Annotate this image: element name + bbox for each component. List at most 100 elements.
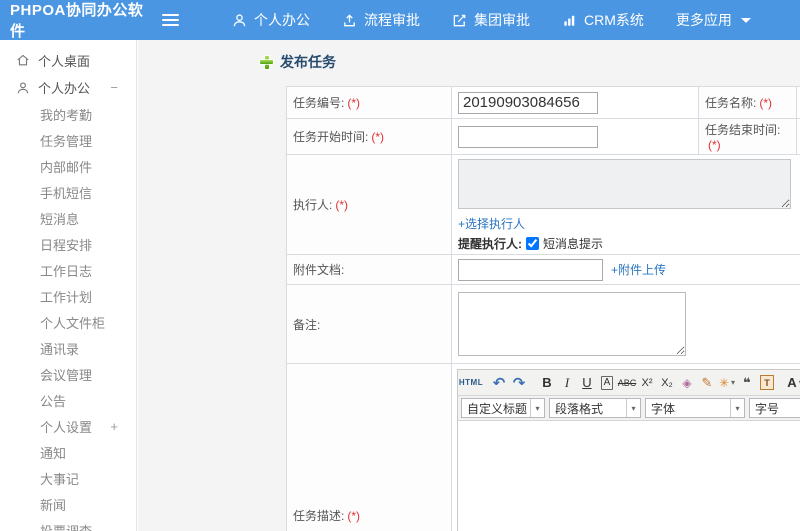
sidebar-item-personal-office[interactable]: 个人办公 − <box>0 74 136 101</box>
nav-item-label: 更多应用 <box>675 12 732 28</box>
format-brush-icon[interactable]: ✎ <box>697 372 717 393</box>
task-name-label: 任务名称: (*) <box>698 86 797 119</box>
page-header: 发布任务 <box>260 52 336 72</box>
superscript-button[interactable]: X² <box>637 372 657 393</box>
sms-remind-checkbox[interactable] <box>526 237 539 250</box>
strikethrough-button[interactable]: ABC <box>617 372 637 393</box>
bar-chart-icon <box>564 15 575 26</box>
start-time-label: 任务开始时间: (*) <box>286 118 452 155</box>
sidebar-item-task-management[interactable]: 任务管理 <box>0 127 136 153</box>
process-approval-icon <box>344 13 355 26</box>
expand-icon[interactable]: + <box>110 419 118 434</box>
table-row: 备注: <box>286 284 800 364</box>
table-row: 任务描述: (*) HTML ↶ ↷ B I U A ABC X² X₂ ◈ ✎… <box>286 363 800 531</box>
required-mark: (*) <box>347 508 361 523</box>
sidebar-item-personal-settings[interactable]: 个人设置 + <box>0 413 136 439</box>
main-menu: 个人办公 流程审批 集团审批 CRM系统 更多应用 <box>216 0 767 40</box>
paste-button[interactable]: T <box>757 372 777 393</box>
editor-content-area[interactable] <box>458 421 800 531</box>
nav-item-label: 流程审批 <box>364 12 420 28</box>
edit-square-icon <box>453 14 466 26</box>
quick-format-button[interactable]: ✳ ▾ <box>717 372 737 393</box>
nav-item-process-approval[interactable]: 流程审批 <box>326 0 436 40</box>
sidebar-item-vote[interactable]: 投票调查 <box>0 517 136 531</box>
paragraph-format-select[interactable]: 段落格式 ▾ <box>549 398 641 418</box>
underline-button[interactable]: U <box>577 372 597 393</box>
editor-toolbar-row1: HTML ↶ ↷ B I U A ABC X² X₂ ◈ ✎ ✳ ▾ ❝ T A <box>458 370 800 396</box>
italic-button[interactable]: I <box>557 372 577 393</box>
select-executor-link[interactable]: +选择执行人 <box>458 217 525 231</box>
top-navbar: PHPOA协同办公软件 个人办公 流程审批 集团审批 CRM系统 更多应用 <box>0 0 800 40</box>
font-family-select[interactable]: 字体 ▾ <box>645 398 745 418</box>
sidebar-item-work-plan[interactable]: 工作计划 <box>0 283 136 309</box>
font-size-select[interactable]: 字号 ▾ <box>749 398 800 418</box>
border-a-button[interactable]: A <box>600 375 614 390</box>
sidebar-item-short-message[interactable]: 短消息 <box>0 205 136 231</box>
sidebar-item-notice[interactable]: 通知 <box>0 439 136 465</box>
caret-down-icon: ▾ <box>626 399 640 417</box>
undo-icon[interactable]: ↶ <box>489 372 509 393</box>
collapse-icon[interactable]: − <box>110 80 118 95</box>
user-icon <box>17 81 29 93</box>
sidebar-item-schedule[interactable]: 日程安排 <box>0 231 136 257</box>
html-source-button[interactable]: HTML <box>459 372 483 393</box>
blockquote-icon[interactable]: ❝ <box>737 372 757 393</box>
sidebar-item-file-cabinet[interactable]: 个人文件柜 <box>0 309 136 335</box>
executor-textarea[interactable] <box>458 159 791 209</box>
required-mark: (*) <box>347 96 361 110</box>
attachment-label: 附件文档: <box>286 254 452 285</box>
nav-item-group-approval[interactable]: 集团审批 <box>436 0 546 40</box>
required-mark: (*) <box>759 96 773 110</box>
font-color-button[interactable]: A▾ <box>785 372 800 393</box>
attachment-upload-link[interactable]: +附件上传 <box>611 261 666 278</box>
custom-heading-select[interactable]: 自定义标题 ▾ <box>461 398 545 418</box>
sidebar-item-my-attendance[interactable]: 我的考勤 <box>0 101 136 127</box>
nav-item-label: CRM系统 <box>584 12 644 28</box>
page-title: 发布任务 <box>280 54 336 70</box>
task-number-label: 任务编号: (*) <box>286 86 452 119</box>
table-row: 任务开始时间: (*) 任务结束时间:(*) <box>286 118 800 155</box>
caret-down-icon <box>740 17 751 23</box>
paste-icon: T <box>760 375 774 390</box>
app-logo: PHPOA协同办公软件 <box>10 2 144 40</box>
caret-down-icon: ▾ <box>530 399 544 417</box>
sidebar-item-sms[interactable]: 手机短信 <box>0 179 136 205</box>
attachment-input[interactable] <box>458 258 603 281</box>
sidebar-item-label: 个人桌面 <box>38 53 91 69</box>
sidebar: 个人桌面 个人办公 − 我的考勤 任务管理 内部邮件 手机短信 短消息 日程安排… <box>0 40 137 531</box>
eraser-icon[interactable]: ◈ <box>677 372 697 393</box>
required-mark: (*) <box>371 130 385 144</box>
hamburger-menu-icon[interactable] <box>150 14 190 26</box>
table-row: 执行人: (*) +选择执行人 提醒执行人: 短消息提示 <box>286 154 800 255</box>
redo-icon[interactable]: ↷ <box>509 372 529 393</box>
sidebar-item-news[interactable]: 新闻 <box>0 491 136 517</box>
caret-down-icon: ▾ <box>730 399 744 417</box>
remark-label: 备注: <box>286 284 452 364</box>
nav-item-more-apps[interactable]: 更多应用 <box>660 0 767 40</box>
sidebar-item-contacts[interactable]: 通讯录 <box>0 335 136 361</box>
bold-button[interactable]: B <box>537 372 557 393</box>
nav-item-label: 个人办公 <box>254 12 310 28</box>
sidebar-item-meeting[interactable]: 会议管理 <box>0 361 136 387</box>
task-number-input[interactable] <box>458 91 598 114</box>
sidebar-item-label: 个人办公 <box>38 81 91 96</box>
executor-label: 执行人: (*) <box>286 154 452 255</box>
start-time-input[interactable] <box>458 125 598 148</box>
sidebar-item-events[interactable]: 大事记 <box>0 465 136 491</box>
main-content: 发布任务 任务编号:(*) 任务名称:(*) 任务开始时间:(*) 任务结束时 <box>138 40 800 531</box>
caret-down-icon: ▾ <box>731 378 736 387</box>
required-mark: (*) <box>335 198 349 212</box>
nav-item-label: 集团审批 <box>474 12 530 28</box>
sidebar-item-work-log[interactable]: 工作日志 <box>0 257 136 283</box>
sidebar-item-desktop[interactable]: 个人桌面 <box>0 46 136 74</box>
remind-executor-label: 提醒执行人: <box>458 237 522 251</box>
nav-item-personal-office[interactable]: 个人办公 <box>216 0 326 40</box>
sidebar-item-internal-mail[interactable]: 内部邮件 <box>0 153 136 179</box>
table-row: 附件文档: +附件上传 <box>286 254 800 285</box>
nav-item-crm[interactable]: CRM系统 <box>546 0 660 40</box>
rich-text-editor: HTML ↶ ↷ B I U A ABC X² X₂ ◈ ✎ ✳ ▾ ❝ T A… <box>457 369 800 531</box>
sms-remind-option-label: 短消息提示 <box>543 237 604 251</box>
sidebar-item-announcement[interactable]: 公告 <box>0 387 136 413</box>
subscript-button[interactable]: X₂ <box>657 372 677 393</box>
remark-textarea[interactable] <box>458 292 686 356</box>
